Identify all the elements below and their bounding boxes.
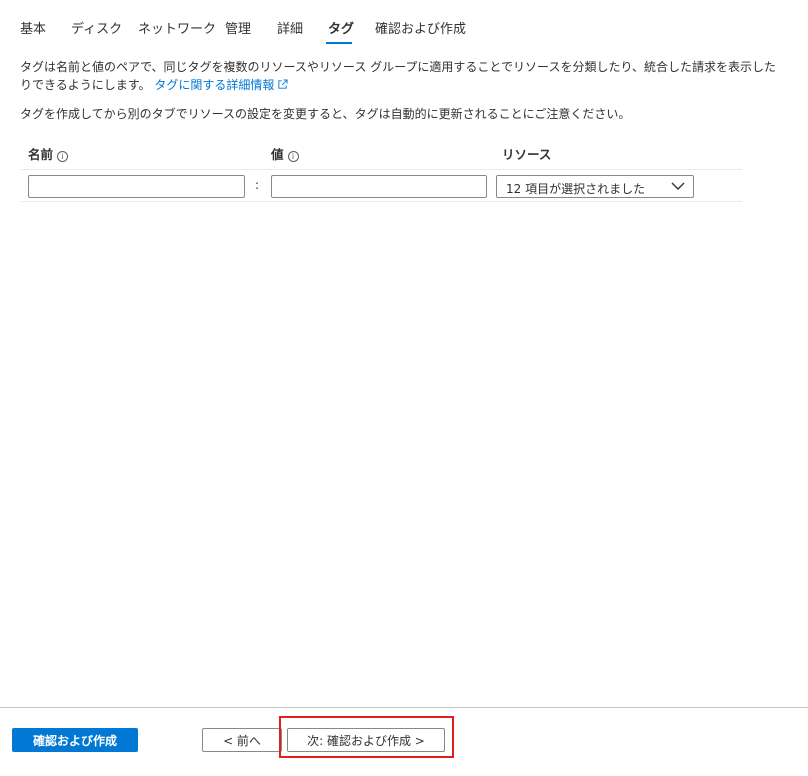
footer-divider bbox=[0, 707, 808, 708]
tab-review-create[interactable]: 確認および作成 bbox=[375, 18, 466, 37]
row-divider bbox=[20, 201, 742, 202]
tab-bar: 基本 ディスク ネットワーク 管理 詳細 タグ 確認および作成 bbox=[0, 0, 808, 48]
column-value-label: 値 bbox=[271, 147, 284, 162]
resource-dropdown[interactable]: 12 項目が選択されました bbox=[496, 175, 694, 198]
active-tab-indicator bbox=[326, 42, 352, 44]
column-header-resource: リソース bbox=[502, 147, 552, 162]
tag-name-input[interactable] bbox=[28, 175, 245, 198]
tab-basics[interactable]: 基本 bbox=[20, 18, 46, 37]
description-text: タグは名前と値のペアで、同じタグを複数のリソースやリソース グループに適用するこ… bbox=[20, 60, 776, 92]
column-header-value: 値i bbox=[271, 144, 299, 163]
tab-networking[interactable]: ネットワーク bbox=[138, 18, 216, 37]
tab-advanced[interactable]: 詳細 bbox=[277, 18, 303, 37]
tab-management[interactable]: 管理 bbox=[225, 18, 251, 37]
review-create-button[interactable]: 確認および作成 bbox=[12, 728, 138, 752]
column-name-label: 名前 bbox=[28, 147, 54, 162]
tab-disks[interactable]: ディスク bbox=[71, 18, 122, 37]
previous-button[interactable]: < 前へ bbox=[202, 728, 282, 752]
next-review-create-button[interactable]: 次: 確認および作成 > bbox=[287, 728, 445, 752]
tag-value-input[interactable] bbox=[271, 175, 487, 198]
learn-more-link-label: タグに関する詳細情報 bbox=[154, 78, 275, 92]
tab-tags[interactable]: タグ bbox=[328, 18, 354, 37]
chevron-down-icon bbox=[671, 182, 685, 190]
resource-dropdown-value: 12 項目が選択されました bbox=[506, 182, 646, 196]
tags-description: タグは名前と値のペアで、同じタグを複数のリソースやリソース グループに適用するこ… bbox=[20, 58, 780, 94]
info-icon[interactable]: i bbox=[287, 151, 299, 162]
external-link-icon bbox=[278, 79, 288, 89]
column-header-name: 名前 i bbox=[28, 144, 69, 163]
header-divider bbox=[20, 169, 742, 170]
name-value-separator: : bbox=[255, 178, 260, 192]
tags-note: タグを作成してから別のタブでリソースの設定を変更すると、タグは自動的に更新される… bbox=[20, 107, 631, 121]
info-icon[interactable]: i bbox=[57, 151, 69, 162]
learn-more-link[interactable]: タグに関する詳細情報 bbox=[154, 78, 288, 92]
